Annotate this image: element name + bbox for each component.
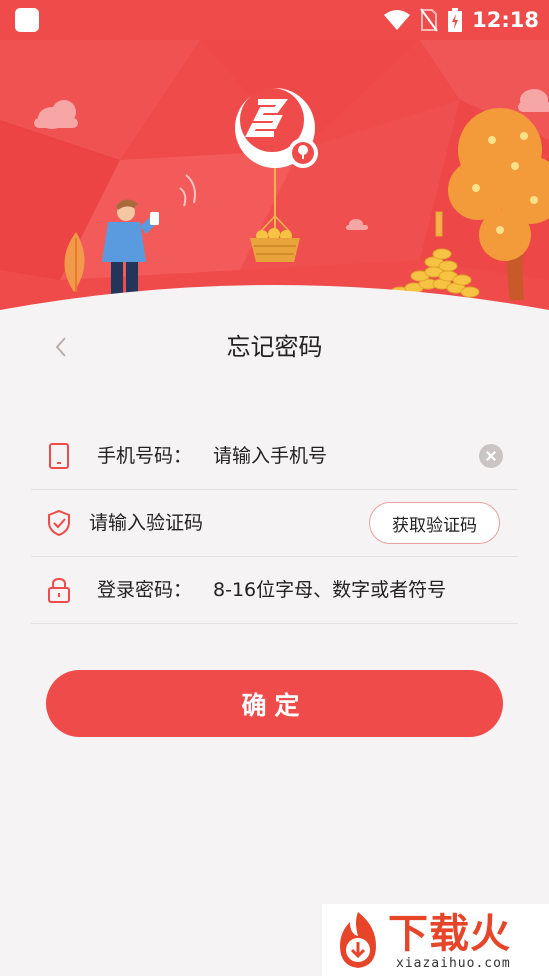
header-illustration (0, 40, 549, 340)
no-sim-icon (420, 8, 438, 32)
status-icons: 12:18 (384, 6, 539, 34)
watermark-brand: 下载火 (388, 911, 511, 957)
status-bar: 12:18 (0, 0, 549, 40)
clear-input-button[interactable] (479, 444, 503, 468)
verification-code-input[interactable] (89, 506, 349, 540)
wifi-icon (384, 10, 411, 30)
flame-logo-icon (340, 912, 376, 968)
phone-icon (49, 443, 69, 469)
password-input[interactable] (213, 573, 513, 607)
watermark: 下载火 xiazaihuo.com (322, 904, 549, 976)
password-row: 登录密码： (31, 557, 518, 624)
lock-icon (48, 577, 70, 603)
watermark-domain: xiazaihuo.com (396, 956, 511, 971)
app-notification-icon (15, 8, 39, 32)
page-title: 忘记密码 (226, 333, 323, 361)
password-label: 登录密码： (97, 579, 193, 601)
phone-label: 手机号码： (97, 445, 193, 467)
get-code-button[interactable]: 获取验证码 (369, 502, 500, 544)
verification-code-row: 获取验证码 (31, 490, 518, 557)
status-time: 12:18 (472, 8, 539, 32)
shield-check-icon (48, 509, 70, 537)
phone-input[interactable] (213, 439, 463, 473)
battery-charging-icon (448, 8, 463, 32)
phone-row: 手机号码： (31, 423, 518, 490)
confirm-button[interactable]: 确定 (46, 670, 503, 737)
